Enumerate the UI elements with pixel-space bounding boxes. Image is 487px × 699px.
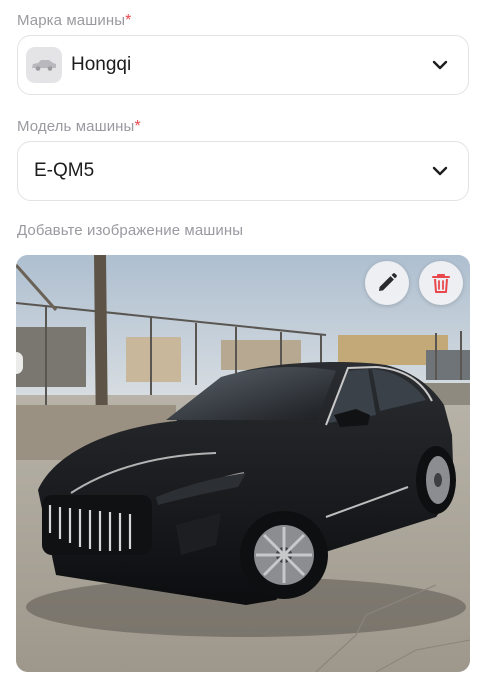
- brand-select[interactable]: Hongqi: [17, 35, 469, 95]
- model-label-text: Модель машины: [17, 118, 135, 135]
- image-section-label: Добавьте изображение машины: [17, 222, 244, 239]
- car-form-page: Марка машины* Hongqi Модель машины* E-QM…: [0, 0, 487, 699]
- trash-icon: [432, 274, 450, 293]
- car-photo-image: [16, 255, 470, 672]
- brand-select-value: Hongqi: [71, 54, 132, 75]
- brand-label: Марка машины*: [17, 12, 131, 30]
- required-mark: *: [125, 12, 132, 29]
- brand-label-text: Марка машины: [17, 12, 126, 29]
- car-photo[interactable]: [16, 255, 470, 672]
- chevron-down-icon: [432, 166, 448, 176]
- pencil-icon: [379, 273, 397, 291]
- edit-photo-button[interactable]: [365, 261, 409, 305]
- delete-photo-button[interactable]: [419, 261, 463, 305]
- model-select[interactable]: E-QM5: [17, 141, 469, 201]
- car-thumbnail-icon: [26, 47, 62, 83]
- model-select-value: E-QM5: [34, 160, 95, 181]
- model-label: Модель машины*: [17, 118, 141, 136]
- required-mark: *: [134, 118, 141, 135]
- chevron-down-icon: [432, 60, 448, 70]
- side-handle[interactable]: [16, 352, 23, 374]
